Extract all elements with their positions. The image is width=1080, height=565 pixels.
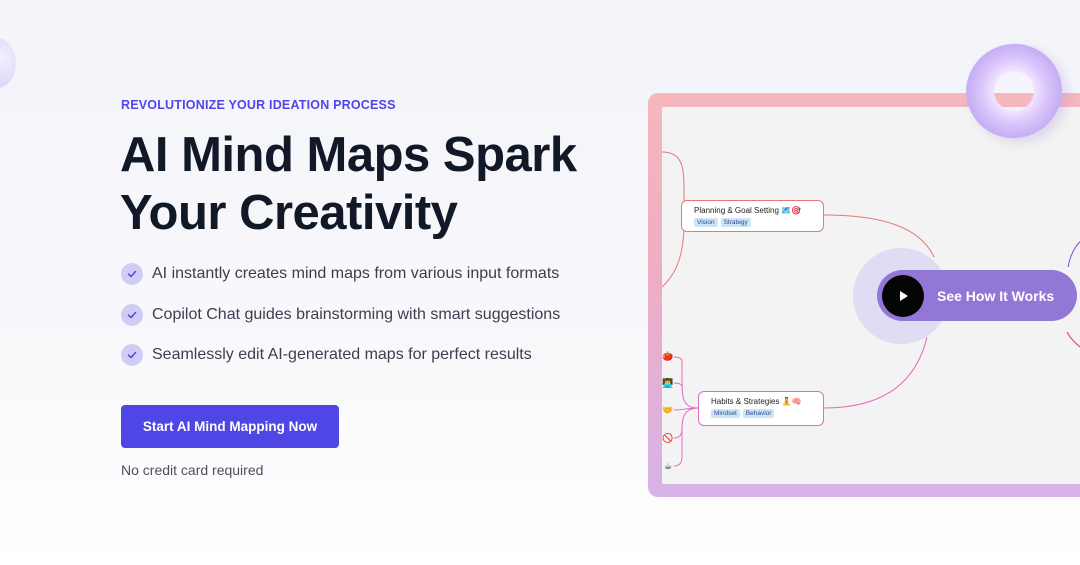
play-icon <box>882 274 924 317</box>
start-mind-mapping-button[interactable]: Start AI Mind Mapping Now <box>121 405 339 448</box>
check-icon <box>121 344 143 366</box>
node-tag: Mindset <box>711 409 740 418</box>
hero-headline: AI Mind Maps Spark Your Creativity <box>120 126 620 242</box>
headline-line-2: Your Creativity <box>120 186 458 240</box>
headline-line-1: AI Mind Maps Spark <box>120 128 577 182</box>
feature-text: Seamlessly edit AI-generated maps for pe… <box>152 346 532 363</box>
leaf-emoji-handshake: 🤝 <box>662 405 674 415</box>
feature-text: AI instantly creates mind maps from vari… <box>152 265 560 282</box>
see-how-it-works-label: See How It Works <box>937 287 1055 304</box>
see-how-it-works-button[interactable]: See How It Works <box>877 270 1077 321</box>
leaf-emoji-coffee: ☕ <box>663 461 673 471</box>
leaf-emoji-tomato: 🍅 <box>662 351 674 361</box>
mind-map-node-planning: Planning & Goal Setting 🗺️🎯 Vision Strat… <box>681 200 824 232</box>
no-credit-card-note: No credit card required <box>121 462 264 478</box>
check-icon <box>121 263 143 285</box>
feature-text: Copilot Chat guides brainstorming with s… <box>152 305 561 323</box>
feature-item: AI instantly creates mind maps from vari… <box>121 262 560 286</box>
node-tag: Behavior <box>742 409 775 418</box>
hero-eyebrow: REVOLUTIONIZE YOUR IDEATION PROCESS <box>121 98 396 112</box>
mind-map-node-habits: Habits & Strategies 🧘🧠 Mindset Behavior <box>698 391 824 426</box>
node-tag: Vision <box>694 218 718 227</box>
feature-list: AI instantly creates mind maps from vari… <box>121 262 560 384</box>
node-title: Habits & Strategies 🧘🧠 <box>711 397 802 406</box>
node-tag: Strategy <box>720 218 751 227</box>
check-icon <box>121 303 143 326</box>
node-title: Planning & Goal Setting 🗺️🎯 <box>694 206 802 215</box>
feature-item: Copilot Chat guides brainstorming with s… <box>121 303 560 327</box>
leaf-emoji-technologist: 👨‍💻 <box>662 378 674 388</box>
leaf-emoji-prohibited: 🚫 <box>662 433 674 443</box>
decorative-blob <box>0 38 16 88</box>
feature-item: Seamlessly edit AI-generated maps for pe… <box>121 343 560 367</box>
